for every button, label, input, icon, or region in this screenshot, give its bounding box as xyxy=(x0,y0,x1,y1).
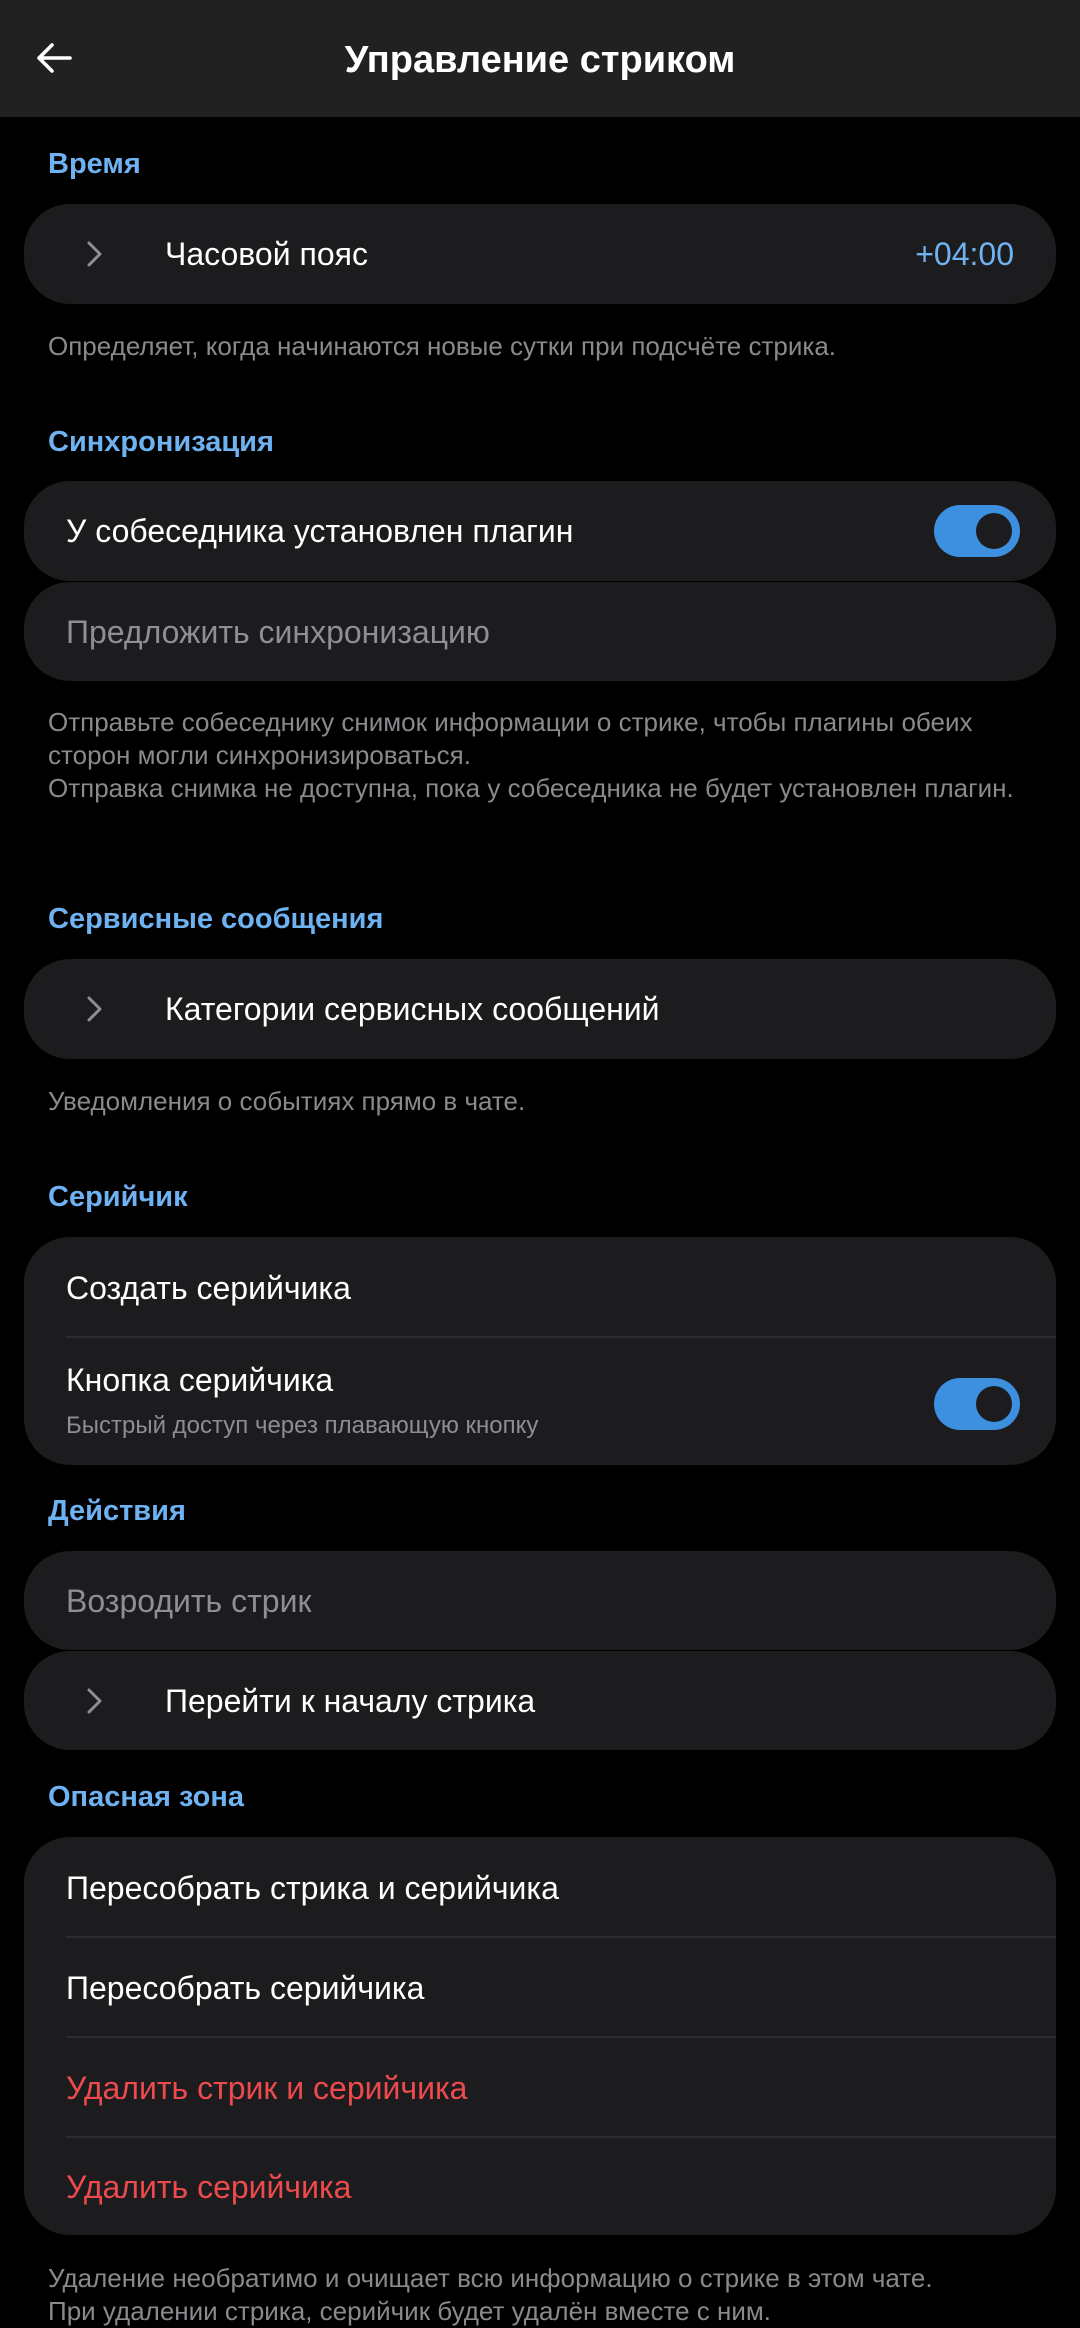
goto-start-row[interactable]: Перейти к началу стрика xyxy=(24,1651,1056,1750)
top-bar: Управление стриком xyxy=(0,0,1080,117)
danger-note-text-1: Удаление необратимо и очищает всю информ… xyxy=(48,2263,933,2293)
section-title-pet: Серийчик xyxy=(48,1181,188,1213)
time-note-text: Определяет, когда начинаются новые сутки… xyxy=(48,331,837,361)
sync-note: Отправьте собеседнику снимок информации … xyxy=(48,706,1048,805)
service-note-text: Уведомления о событиях прямо в чате. xyxy=(48,1086,526,1116)
rebuild-pet-row[interactable]: Пересобрать серийчика xyxy=(24,1938,1056,2036)
delete-both-label: Удалить стрик и серийчика xyxy=(66,2070,468,2106)
plugin-installed-label: У собеседника установлен плагин xyxy=(66,513,574,549)
toggle-knob xyxy=(976,513,1012,549)
time-note: Определяет, когда начинаются новые сутки… xyxy=(48,330,1048,363)
section-title-service: Сервисные сообщения xyxy=(48,903,384,935)
rebuild-pet-label: Пересобрать серийчика xyxy=(66,1970,425,2006)
plugin-installed-toggle[interactable] xyxy=(934,505,1020,557)
page-title: Управление стриком xyxy=(344,39,736,81)
pet-card: Создать серийчика Кнопка серийчика Быстр… xyxy=(24,1237,1056,1465)
pet-button-label: Кнопка серийчика xyxy=(66,1362,334,1398)
service-categories-label: Категории сервисных сообщений xyxy=(165,991,660,1027)
pet-button-row[interactable]: Кнопка серийчика Быстрый доступ через пл… xyxy=(24,1338,1056,1465)
danger-card: Пересобрать стрика и серийчика Пересобра… xyxy=(24,1837,1056,2235)
timezone-label: Часовой пояс xyxy=(165,236,368,272)
danger-note: Удаление необратимо и очищает всю информ… xyxy=(48,2262,1048,2328)
goto-start-label: Перейти к началу стрика xyxy=(165,1683,536,1719)
chevron-right-icon xyxy=(87,241,102,267)
timezone-row[interactable]: Часовой пояс +04:00 xyxy=(24,204,1056,304)
revive-streak-label: Возродить стрик xyxy=(66,1583,312,1619)
pet-button-subtitle: Быстрый доступ через плавающую кнопку xyxy=(66,1412,539,1439)
section-title-time: Время xyxy=(48,148,141,180)
revive-streak-row[interactable]: Возродить стрик xyxy=(24,1551,1056,1650)
plugin-installed-row[interactable]: У собеседника установлен плагин xyxy=(24,481,1056,581)
section-title-sync: Синхронизация xyxy=(48,426,274,458)
offer-sync-row[interactable]: Предложить синхронизацию xyxy=(24,582,1056,681)
sync-note-text-2: Отправка снимка не доступна, пока у собе… xyxy=(48,773,1014,803)
rebuild-both-row[interactable]: Пересобрать стрика и серийчика xyxy=(24,1837,1056,1936)
pet-button-toggle[interactable] xyxy=(934,1378,1020,1430)
danger-note-text-2: При удалении стрика, серийчик будет удал… xyxy=(48,2296,771,2326)
chevron-right-icon xyxy=(87,996,102,1022)
offer-sync-label: Предложить синхронизацию xyxy=(66,614,490,650)
section-title-actions: Действия xyxy=(48,1495,186,1527)
delete-pet-label: Удалить серийчика xyxy=(66,2169,352,2205)
chevron-right-icon xyxy=(87,1688,102,1714)
service-categories-row[interactable]: Категории сервисных сообщений xyxy=(24,959,1056,1059)
create-pet-label: Создать серийчика xyxy=(66,1270,351,1306)
create-pet-row[interactable]: Создать серийчика xyxy=(24,1237,1056,1336)
sync-note-text-1: Отправьте собеседнику снимок информации … xyxy=(48,707,973,770)
delete-both-row[interactable]: Удалить стрик и серийчика xyxy=(24,2038,1056,2136)
toggle-knob xyxy=(976,1386,1012,1422)
service-note: Уведомления о событиях прямо в чате. xyxy=(48,1085,1048,1118)
section-title-danger: Опасная зона xyxy=(48,1781,245,1813)
rebuild-both-label: Пересобрать стрика и серийчика xyxy=(66,1870,559,1906)
delete-pet-row[interactable]: Удалить серийчика xyxy=(24,2138,1056,2235)
timezone-value: +04:00 xyxy=(915,236,1014,272)
